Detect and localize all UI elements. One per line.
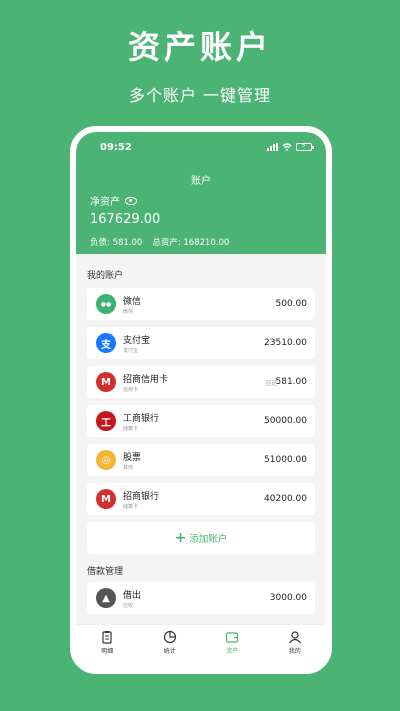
- account-name: 工商银行: [123, 414, 160, 424]
- account-card[interactable]: ▲ 借出应收 3000.00: [87, 582, 315, 614]
- cmb-icon: M: [96, 372, 116, 392]
- account-name: 支付宝: [123, 336, 151, 346]
- page-title: 账户: [191, 176, 211, 187]
- assets-summary: 负债: 581.00 总资产: 168210.00: [90, 236, 229, 248]
- liabilities-text: 负债: 581.00: [90, 238, 143, 248]
- clipboard-icon: [102, 631, 112, 644]
- account-amount: 40200.00: [264, 494, 307, 504]
- tab-user[interactable]: 我的: [264, 625, 327, 668]
- signal-icon: [267, 143, 278, 151]
- cmb-icon: M: [96, 489, 116, 509]
- account-amount: 581.00: [275, 377, 308, 387]
- tab-pie-chart[interactable]: 统计: [139, 625, 202, 668]
- add-account-label: 添加账户: [189, 534, 228, 545]
- icbc-icon: 工: [96, 411, 116, 431]
- tab-label: 资产: [226, 648, 239, 655]
- tab-label: 统计: [163, 648, 176, 655]
- promo-subtitle: 多个账户 一键管理: [128, 86, 272, 105]
- tab-label: 明细: [101, 648, 114, 655]
- tab-clipboard[interactable]: 明细: [76, 625, 139, 668]
- account-amount: 51000.00: [264, 455, 307, 465]
- tab-wallet[interactable]: 资产: [201, 625, 264, 668]
- total-assets-text: 总资产: 168210.00: [152, 238, 230, 248]
- account-note: 应还: [265, 381, 277, 387]
- arrow-up-icon: ▲: [96, 588, 116, 608]
- phone-frame: 09:52 ⚡ 账户 净资产 167629.00 负债: 581.00 总资产:…: [70, 126, 332, 674]
- eye-icon[interactable]: [125, 196, 137, 205]
- net-assets-value: 167629.00: [90, 212, 161, 227]
- account-amount: 23510.00: [264, 338, 307, 348]
- account-name: 招商银行: [123, 492, 160, 502]
- wifi-icon: [282, 143, 292, 151]
- account-card[interactable]: M 招商信用卡信用卡 581.00 应还: [87, 366, 315, 398]
- net-assets-label: 净资产: [90, 193, 137, 208]
- pie-chart-icon: [163, 630, 176, 644]
- account-card[interactable]: M 招商银行储蓄卡 40200.00: [87, 483, 315, 515]
- account-name: 招商信用卡: [123, 375, 169, 385]
- status-bar: 09:52 ⚡: [76, 141, 326, 156]
- alipay-icon: 支: [96, 333, 116, 353]
- account-name: 股票: [123, 453, 142, 463]
- tab-bar: 明细 统计 资产 我的: [76, 624, 326, 668]
- app-screen: 09:52 ⚡ 账户 净资产 167629.00 负债: 581.00 总资产:…: [76, 132, 326, 668]
- user-icon: [288, 631, 301, 644]
- account-name: 借出: [123, 591, 142, 601]
- account-card[interactable]: ◎ 股票其他 51000.00: [87, 444, 315, 476]
- accounts-section-title: 我的账户: [87, 271, 124, 281]
- account-amount: 3000.00: [269, 593, 307, 603]
- coins-icon: ◎: [96, 450, 116, 470]
- account-card[interactable]: ●● 微信 微信 500.00: [87, 288, 315, 320]
- account-type: 储蓄卡: [123, 426, 139, 432]
- loan-section-title: 借款管理: [87, 567, 124, 577]
- account-card[interactable]: 工工商银行储蓄卡 50000.00: [87, 405, 315, 437]
- account-type: 微信: [123, 309, 134, 315]
- tab-label: 我的: [288, 648, 301, 655]
- battery-icon: ⚡: [296, 141, 314, 151]
- assets-header: 09:52 ⚡ 账户 净资产 167629.00 负债: 581.00 总资产:…: [76, 132, 326, 254]
- account-type: 信用卡: [123, 387, 139, 393]
- account-amount: 50000.00: [264, 416, 307, 426]
- wallet-icon: [226, 632, 239, 643]
- account-type: 支付宝: [123, 348, 139, 354]
- account-type: 应收: [123, 603, 134, 609]
- plus-icon: +: [174, 530, 187, 546]
- net-assets-text: 净资产: [90, 197, 120, 208]
- account-name: 微信: [123, 297, 142, 307]
- promo-title: 资产账户: [127, 28, 272, 66]
- account-type: 其他: [123, 465, 134, 471]
- status-time: 09:52: [100, 142, 132, 153]
- wechat-icon: ●●: [96, 294, 116, 314]
- account-amount: 500.00: [275, 299, 308, 309]
- add-account-button[interactable]: + 添加账户: [87, 522, 315, 554]
- account-card[interactable]: 支支付宝 支付宝 23510.00: [87, 327, 315, 359]
- account-type: 储蓄卡: [123, 504, 139, 510]
